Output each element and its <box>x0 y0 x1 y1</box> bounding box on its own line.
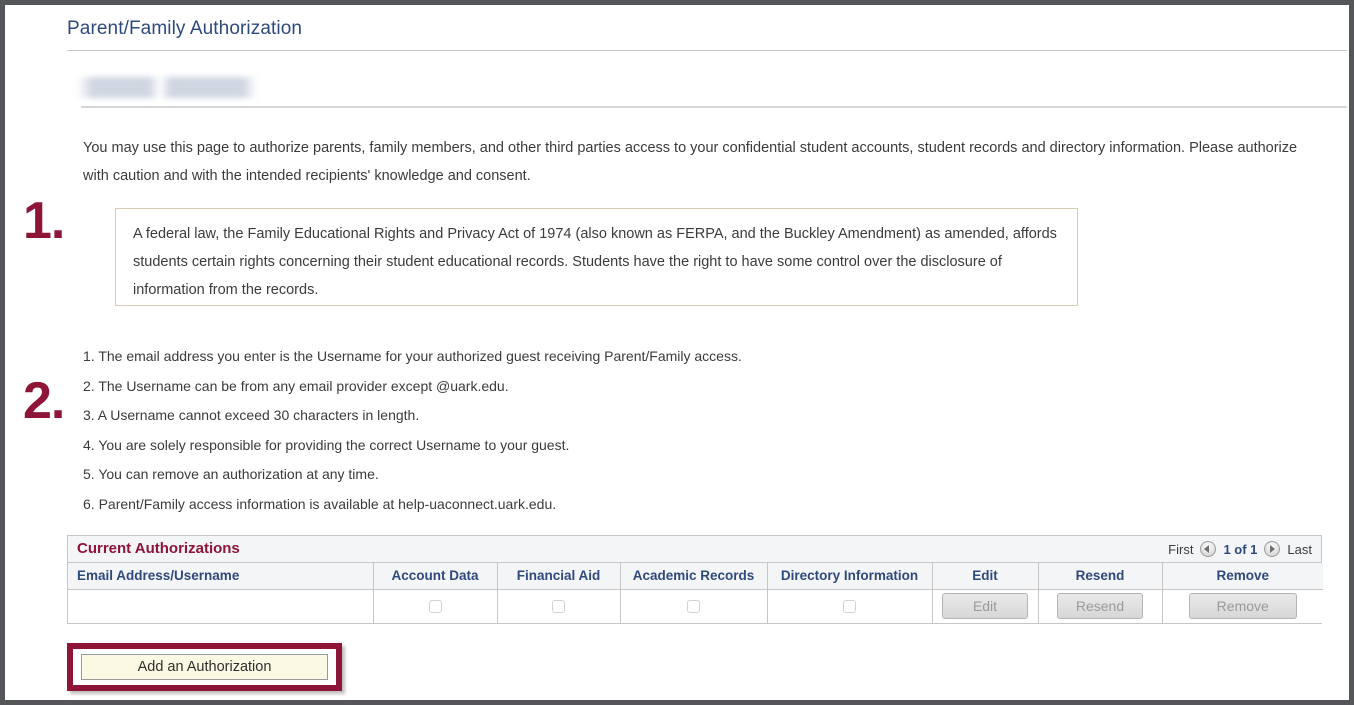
title-divider <box>67 50 1347 51</box>
current-authorizations-grid: Current Authorizations First 1 of 1 Last <box>67 535 1323 624</box>
list-item: 5. You can remove an authorization at an… <box>83 466 379 482</box>
ferpa-notice-box: A federal law, the Family Educational Ri… <box>115 208 1078 306</box>
cell-resend: Resend <box>1038 589 1163 623</box>
screenshot-frame: Parent/Family Authorization You may use … <box>0 0 1354 705</box>
edit-button[interactable]: Edit <box>942 593 1028 620</box>
table-header-row: Email Address/Username Account Data Fina… <box>68 563 1323 590</box>
column-header-directory-information: Directory Information <box>767 563 933 590</box>
grid-pagination: First 1 of 1 Last <box>1168 541 1312 557</box>
callout-marker-2: 2. <box>23 372 65 430</box>
table-row: Edit Resend Remove <box>68 589 1323 623</box>
list-item: 2. The Username can be from any email pr… <box>83 377 509 394</box>
financial-aid-checkbox[interactable] <box>552 599 565 613</box>
pager-first-link[interactable]: First <box>1168 542 1193 557</box>
callout-marker-1: 1. <box>23 192 65 250</box>
cell-academic-records <box>620 589 768 623</box>
list-item: 6. Parent/Family access information is a… <box>83 495 557 512</box>
student-name-redacted <box>77 77 257 98</box>
name-divider <box>81 106 1347 108</box>
column-header-financial-aid: Financial Aid <box>497 563 621 590</box>
page-content: Parent/Family Authorization You may use … <box>5 5 1349 700</box>
grid-caption-bar: Current Authorizations First 1 of 1 Last <box>68 536 1321 563</box>
next-arrow-icon[interactable] <box>1264 541 1281 557</box>
column-header-account-data: Account Data <box>373 563 498 590</box>
add-authorization-highlight: Add an Authorization <box>67 643 342 691</box>
directory-information-checkbox[interactable] <box>843 599 856 613</box>
cell-directory-information <box>767 589 933 623</box>
add-authorization-button[interactable]: Add an Authorization <box>81 654 328 680</box>
list-item: 1. The email address you enter is the Us… <box>83 348 742 364</box>
column-header-edit: Edit <box>932 563 1039 590</box>
column-header-remove: Remove <box>1162 563 1323 590</box>
remove-button[interactable]: Remove <box>1188 593 1297 620</box>
academic-records-checkbox[interactable] <box>687 599 700 613</box>
cell-email <box>68 589 374 623</box>
cell-account-data <box>373 589 498 623</box>
account-data-checkbox[interactable] <box>428 599 442 613</box>
column-header-email: Email Address/Username <box>68 563 374 590</box>
cell-financial-aid <box>497 589 621 623</box>
intro-paragraph: You may use this page to authorize paren… <box>83 140 1298 184</box>
authorizations-table: Email Address/Username Account Data Fina… <box>68 563 1323 623</box>
list-item: 3. A Username cannot exceed 30 character… <box>83 407 420 423</box>
pager-last-link[interactable]: Last <box>1287 542 1312 557</box>
column-header-academic-records: Academic Records <box>620 563 768 590</box>
prev-arrow-icon[interactable] <box>1200 541 1217 557</box>
page-title: Parent/Family Authorization <box>67 18 303 39</box>
list-item: 4. You are solely responsible for provid… <box>83 436 570 453</box>
rules-list: 1. The email address you enter is the Us… <box>83 342 1183 519</box>
column-header-resend: Resend <box>1038 563 1163 590</box>
cell-remove: Remove <box>1162 589 1323 623</box>
grid-caption-label: Current Authorizations <box>77 540 240 557</box>
pager-count-label: 1 of 1 <box>1223 541 1258 557</box>
ferpa-notice-text: A federal law, the Family Educational Ri… <box>133 226 1057 298</box>
resend-button[interactable]: Resend <box>1057 593 1143 620</box>
cell-edit: Edit <box>932 589 1039 623</box>
